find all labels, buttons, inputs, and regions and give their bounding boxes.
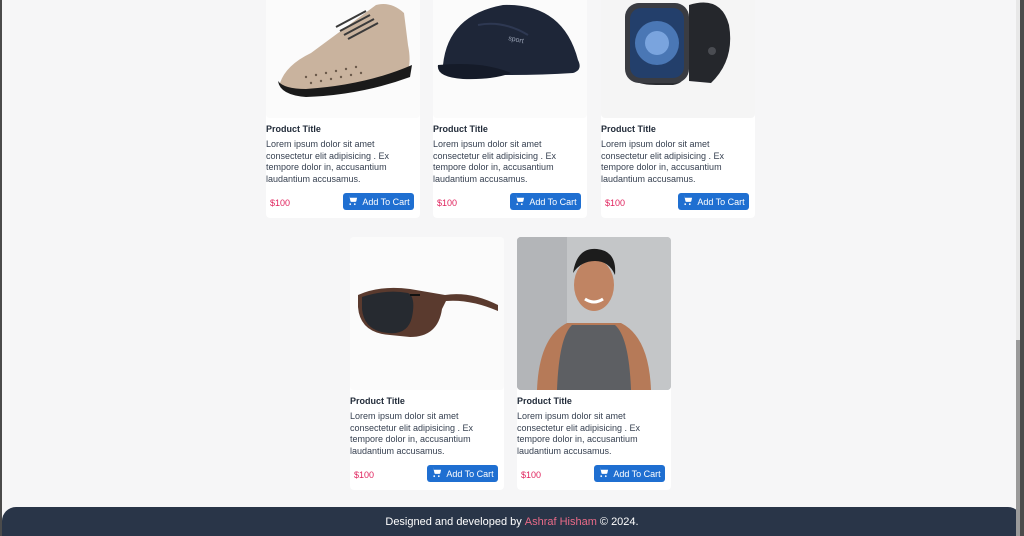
footer-author-link[interactable]: Ashraf Hisham (525, 516, 597, 528)
footer-prefix: Designed and developed by (385, 515, 522, 528)
product-description: Lorem ipsum dolor sit amet consectetur e… (433, 139, 557, 184)
add-to-cart-label: Add To Cart (697, 196, 745, 207)
product-card: Product Title Lorem ipsum dolor sit amet… (601, 0, 755, 218)
product-description: Lorem ipsum dolor sit amet consectetur e… (601, 139, 725, 184)
cart-icon (682, 195, 693, 208)
product-price: $100 (270, 198, 291, 208)
smartwatch-image[interactable] (601, 0, 755, 118)
scrollbar-thumb[interactable] (1016, 340, 1020, 536)
product-title: Product Title (601, 124, 656, 134)
add-to-cart-label: Add To Cart (446, 468, 494, 479)
add-to-cart-label: Add To Cart (362, 196, 410, 207)
product-description: Lorem ipsum dolor sit amet consectetur e… (350, 411, 474, 456)
cart-icon (598, 467, 609, 480)
product-description: Lorem ipsum dolor sit amet consectetur e… (517, 411, 641, 456)
product-card: Product Title Lorem ipsum dolor sit amet… (266, 0, 420, 218)
product-price: $100 (605, 198, 626, 208)
cart-icon (431, 467, 442, 480)
add-to-cart-label: Add To Cart (529, 196, 577, 207)
product-title: Product Title (350, 396, 405, 406)
product-card: Product Title Lorem ipsum dolor sit amet… (350, 237, 504, 490)
product-card: Product Title Lorem ipsum dolor sit amet… (517, 237, 671, 490)
sunglasses-image[interactable] (350, 237, 504, 390)
site-footer: Designed and developed by Ashraf Hisham … (2, 507, 1020, 536)
add-to-cart-label: Add To Cart (613, 468, 661, 479)
cart-icon (514, 195, 525, 208)
cart-icon (347, 195, 358, 208)
product-card: sport Product Title Lorem ipsum dolor si… (433, 0, 587, 218)
page-viewport: Product Title Lorem ipsum dolor sit amet… (2, 0, 1020, 536)
product-title: Product Title (433, 124, 488, 134)
tanktop-image[interactable] (517, 237, 671, 390)
add-to-cart-button[interactable]: Add To Cart (427, 465, 498, 482)
product-price: $100 (354, 470, 375, 480)
cap-image[interactable]: sport (433, 0, 587, 118)
product-description: Lorem ipsum dolor sit amet consectetur e… (266, 139, 390, 184)
product-price: $100 (437, 198, 458, 208)
product-title: Product Title (517, 396, 572, 406)
footer-copyright: © 2024. (599, 515, 639, 528)
add-to-cart-button[interactable]: Add To Cart (510, 193, 581, 210)
product-title: Product Title (266, 124, 321, 134)
page-scrollbar[interactable] (1016, 0, 1020, 536)
product-price: $100 (521, 470, 542, 480)
add-to-cart-button[interactable]: Add To Cart (678, 193, 749, 210)
add-to-cart-button[interactable]: Add To Cart (343, 193, 414, 210)
add-to-cart-button[interactable]: Add To Cart (594, 465, 665, 482)
sneaker-image[interactable] (266, 0, 420, 118)
